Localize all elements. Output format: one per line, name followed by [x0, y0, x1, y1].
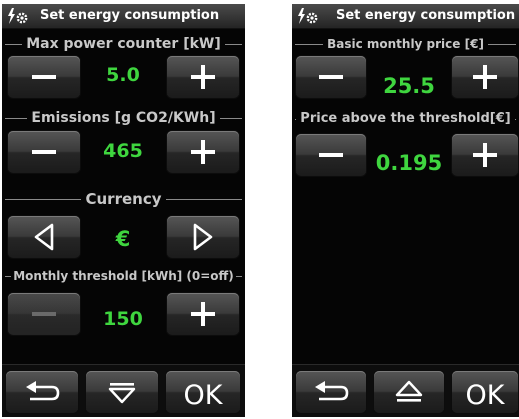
back-arrow-icon: [26, 381, 60, 401]
energy-gear-icon: [8, 8, 28, 24]
price-above-section-label: Price above the threshold[€]: [292, 110, 519, 128]
bottom-bar: OK: [2, 364, 245, 417]
max-power-section-label: Max power counter [kW]: [2, 35, 245, 53]
back-button[interactable]: [296, 371, 366, 413]
back-arrow-icon: [315, 381, 349, 401]
threshold-section-label: Monthly threshold [kWh] (0=off): [2, 267, 245, 285]
emissions-label: Emissions [g CO2/KWh]: [27, 110, 220, 126]
basic-price-value: 25.5: [383, 74, 435, 98]
screen-title: Set energy consumption: [336, 8, 516, 23]
price-above-decrement-button[interactable]: [296, 134, 366, 176]
emissions-section-label: Emissions [g CO2/KWh]: [2, 109, 245, 127]
title-bar: Set energy consumption: [2, 4, 245, 29]
max-power-label: Max power counter [kW]: [22, 36, 225, 52]
basic-price-increment-button[interactable]: [452, 56, 518, 98]
emissions-value: 465: [103, 140, 143, 162]
emissions-increment-button[interactable]: [167, 131, 239, 173]
basic-price-decrement-button[interactable]: [296, 56, 366, 98]
currency-prev-button[interactable]: [8, 216, 80, 258]
minus-icon: [32, 312, 56, 316]
triangle-left-icon: [34, 223, 54, 251]
plus-icon: [473, 143, 497, 167]
screen-title: Set energy consumption: [40, 8, 220, 23]
title-bar: Set energy consumption: [292, 4, 519, 29]
plus-icon: [191, 65, 215, 89]
minus-icon: [32, 75, 56, 79]
price-above-increment-button[interactable]: [452, 134, 518, 176]
minus-icon: [32, 150, 56, 154]
ok-label: OK: [465, 380, 505, 411]
triangle-down-icon: [108, 383, 136, 404]
basic-price-section-label: Basic monthly price [€]: [292, 35, 519, 53]
scroll-up-button[interactable]: [374, 371, 444, 413]
ok-label: OK: [183, 380, 223, 411]
plus-icon: [191, 302, 215, 326]
currency-next-button[interactable]: [167, 216, 239, 258]
currency-section-label: Currency: [2, 190, 245, 208]
max-power-value: 5.0: [106, 64, 140, 86]
currency-value: €: [115, 227, 131, 251]
left-screen: Set energy consumption Max power counter…: [2, 4, 245, 417]
plus-icon: [473, 65, 497, 89]
threshold-label: Monthly threshold [kWh] (0=off): [11, 269, 236, 283]
right-screen: Set energy consumption Basic monthly pri…: [292, 4, 519, 417]
price-above-value: 0.195: [375, 151, 443, 175]
threshold-value: 150: [103, 308, 143, 330]
threshold-decrement-button[interactable]: [8, 293, 80, 335]
threshold-increment-button[interactable]: [167, 293, 239, 335]
emissions-decrement-button[interactable]: [8, 131, 80, 173]
energy-gear-icon: [298, 8, 318, 24]
basic-price-label: Basic monthly price [€]: [323, 37, 488, 51]
currency-label: Currency: [81, 190, 166, 208]
back-button[interactable]: [6, 371, 78, 413]
ok-button[interactable]: OK: [166, 371, 240, 413]
minus-icon: [319, 153, 343, 157]
price-above-label: Price above the threshold[€]: [296, 111, 515, 126]
triangle-right-icon: [193, 223, 213, 251]
max-power-decrement-button[interactable]: [8, 56, 80, 98]
plus-icon: [191, 140, 215, 164]
ok-button[interactable]: OK: [452, 371, 518, 413]
bottom-bar: OK: [292, 364, 519, 417]
max-power-increment-button[interactable]: [167, 56, 239, 98]
minus-icon: [319, 75, 343, 79]
triangle-up-icon: [395, 380, 423, 402]
scroll-down-button[interactable]: [86, 371, 158, 413]
